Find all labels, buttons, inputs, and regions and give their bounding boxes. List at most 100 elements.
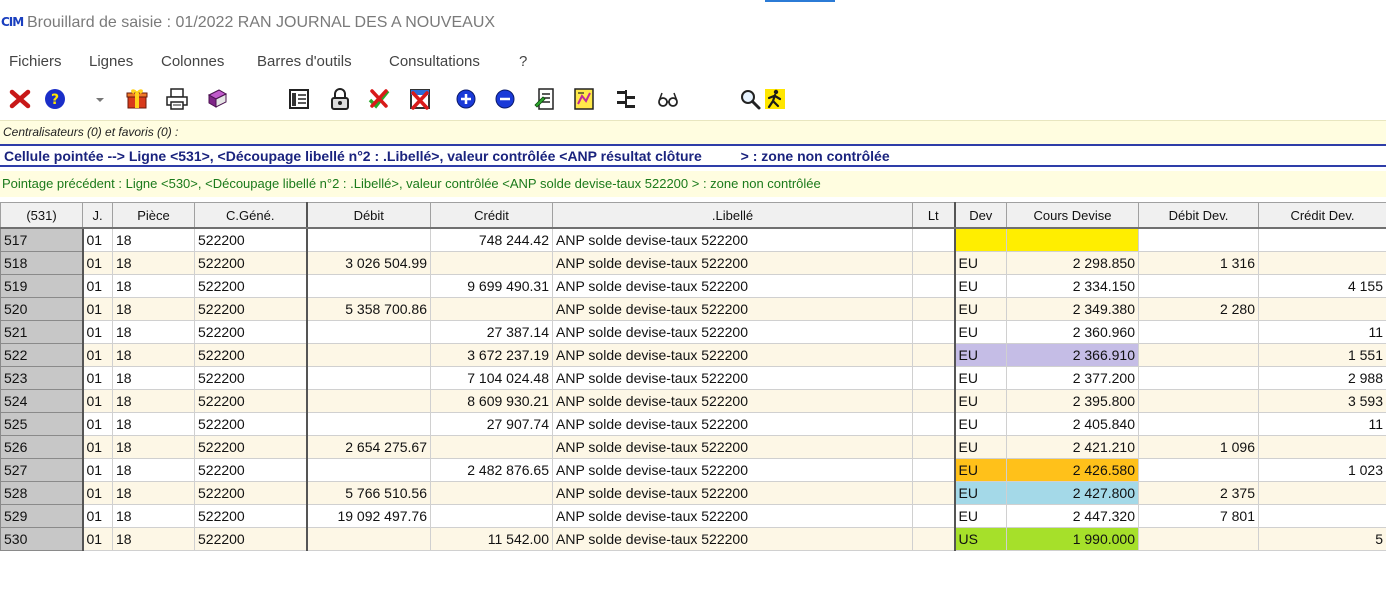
- debit-dev-cell[interactable]: 7 801: [1138, 504, 1259, 528]
- cours-devise-cell[interactable]: 2 405.840: [1006, 412, 1139, 436]
- lt-cell[interactable]: [912, 297, 955, 321]
- row-header-cell[interactable]: 525: [0, 412, 84, 436]
- debit-cell[interactable]: [305, 458, 431, 482]
- libelle-cell[interactable]: ANP solde devise-taux 522200: [552, 458, 913, 482]
- piece-cell[interactable]: 18: [112, 274, 195, 298]
- journal-cell[interactable]: 01: [82, 458, 113, 482]
- credit-cell[interactable]: 7 104 024.48: [430, 366, 553, 390]
- lt-cell[interactable]: [912, 504, 955, 528]
- credit-dev-cell[interactable]: [1258, 251, 1386, 275]
- run-icon[interactable]: [763, 87, 787, 111]
- compte-cell[interactable]: 522200: [194, 481, 307, 505]
- credit-cell[interactable]: [430, 251, 553, 275]
- row-header-cell[interactable]: 520: [0, 297, 84, 321]
- devise-cell[interactable]: EU: [953, 435, 1007, 459]
- libelle-cell[interactable]: ANP solde devise-taux 522200: [552, 389, 913, 413]
- libelle-cell[interactable]: ANP solde devise-taux 522200: [552, 320, 913, 344]
- piece-cell[interactable]: 18: [112, 343, 195, 367]
- remove-circle-icon[interactable]: [493, 87, 517, 111]
- col-header-line[interactable]: (531): [0, 202, 83, 229]
- col-header-lt[interactable]: Lt: [912, 202, 955, 229]
- cours-devise-cell[interactable]: 2 447.320: [1006, 504, 1139, 528]
- devise-cell[interactable]: [953, 227, 1007, 252]
- devise-cell[interactable]: EU: [953, 504, 1007, 528]
- table-row[interactable]: 523 01 18 522200 7 104 024.48 ANP solde devis…: [0, 366, 1386, 390]
- debit-dev-cell[interactable]: [1138, 227, 1259, 252]
- piece-cell[interactable]: 18: [112, 389, 195, 413]
- table-row[interactable]: 518 01 18 522200 3 026 504.99 ANP solde devis…: [0, 251, 1386, 275]
- delete-box-icon[interactable]: [408, 87, 432, 111]
- cours-devise-cell[interactable]: 2 360.960: [1006, 320, 1139, 344]
- lt-cell[interactable]: [912, 274, 955, 298]
- debit-cell[interactable]: [305, 274, 431, 298]
- table-row[interactable]: 525 01 18 522200 27 907.74 ANP solde devise-t…: [0, 412, 1386, 436]
- piece-cell[interactable]: 18: [112, 320, 195, 344]
- col-header-debit[interactable]: Débit: [305, 202, 431, 229]
- lt-cell[interactable]: [912, 389, 955, 413]
- table-icon[interactable]: [287, 87, 311, 111]
- compte-cell[interactable]: 522200: [194, 389, 307, 413]
- lt-cell[interactable]: [912, 366, 955, 390]
- menu-fichiers[interactable]: Fichiers: [9, 53, 62, 70]
- menu-barres-outils[interactable]: Barres d'outils: [257, 53, 352, 70]
- menu-colonnes[interactable]: Colonnes: [161, 53, 224, 70]
- compte-cell[interactable]: 522200: [194, 274, 307, 298]
- cours-devise-cell[interactable]: [1006, 227, 1139, 252]
- printer-icon[interactable]: [165, 87, 189, 111]
- lt-cell[interactable]: [912, 458, 955, 482]
- journal-cell[interactable]: 01: [82, 527, 113, 551]
- debit-cell[interactable]: [305, 366, 431, 390]
- devise-cell[interactable]: EU: [953, 251, 1007, 275]
- compte-cell[interactable]: 522200: [194, 412, 307, 436]
- debit-cell[interactable]: 3 026 504.99: [305, 251, 431, 275]
- lt-cell[interactable]: [912, 227, 955, 252]
- devise-cell[interactable]: EU: [953, 297, 1007, 321]
- piece-cell[interactable]: 18: [112, 251, 195, 275]
- col-header-credit-dev[interactable]: Crédit Dev.: [1258, 202, 1386, 229]
- journal-cell[interactable]: 01: [82, 227, 113, 252]
- debit-dev-cell[interactable]: [1138, 366, 1259, 390]
- table-row[interactable]: 529 01 18 522200 19 092 497.76 ANP solde devi…: [0, 504, 1386, 528]
- libelle-cell[interactable]: ANP solde devise-taux 522200: [552, 251, 913, 275]
- compte-cell[interactable]: 522200: [194, 527, 307, 551]
- credit-dev-cell[interactable]: 11: [1258, 412, 1386, 436]
- credit-dev-cell[interactable]: 5: [1258, 527, 1386, 551]
- debit-dev-cell[interactable]: [1138, 389, 1259, 413]
- credit-dev-cell[interactable]: [1258, 481, 1386, 505]
- journal-cell[interactable]: 01: [82, 251, 113, 275]
- piece-cell[interactable]: 18: [112, 435, 195, 459]
- compte-cell[interactable]: 522200: [194, 435, 307, 459]
- credit-cell[interactable]: 27 907.74: [430, 412, 553, 436]
- table-row[interactable]: 524 01 18 522200 8 609 930.21 ANP solde devis…: [0, 389, 1386, 413]
- menu-consultations[interactable]: Consultations: [389, 53, 480, 70]
- dropdown-arrow-icon[interactable]: [88, 87, 112, 111]
- help-icon[interactable]: ?: [43, 87, 67, 111]
- cours-devise-cell[interactable]: 2 349.380: [1006, 297, 1139, 321]
- credit-dev-cell[interactable]: [1258, 435, 1386, 459]
- table-row[interactable]: 521 01 18 522200 27 387.14 ANP solde devise-t…: [0, 320, 1386, 344]
- glasses-icon[interactable]: [656, 87, 680, 111]
- row-header-cell[interactable]: 523: [0, 366, 84, 390]
- libelle-cell[interactable]: ANP solde devise-taux 522200: [552, 412, 913, 436]
- libelle-cell[interactable]: ANP solde devise-taux 522200: [552, 227, 913, 252]
- row-header-cell[interactable]: 522: [0, 343, 84, 367]
- table-row[interactable]: 520 01 18 522200 5 358 700.86 ANP solde devis…: [0, 297, 1386, 321]
- debit-cell[interactable]: 5 358 700.86: [305, 297, 431, 321]
- devise-cell[interactable]: EU: [953, 458, 1007, 482]
- add-circle-icon[interactable]: [454, 87, 478, 111]
- credit-dev-cell[interactable]: [1258, 297, 1386, 321]
- credit-cell[interactable]: 11 542.00: [430, 527, 553, 551]
- debit-dev-cell[interactable]: [1138, 412, 1259, 436]
- credit-cell[interactable]: 3 672 237.19: [430, 343, 553, 367]
- lt-cell[interactable]: [912, 343, 955, 367]
- col-header-debit-dev[interactable]: Débit Dev.: [1138, 202, 1259, 229]
- cours-devise-cell[interactable]: 2 298.850: [1006, 251, 1139, 275]
- debit-cell[interactable]: [305, 527, 431, 551]
- compte-cell[interactable]: 522200: [194, 297, 307, 321]
- piece-cell[interactable]: 18: [112, 366, 195, 390]
- libelle-cell[interactable]: ANP solde devise-taux 522200: [552, 343, 913, 367]
- debit-dev-cell[interactable]: [1138, 527, 1259, 551]
- compte-cell[interactable]: 522200: [194, 320, 307, 344]
- cours-devise-cell[interactable]: 2 421.210: [1006, 435, 1139, 459]
- debit-dev-cell[interactable]: [1138, 343, 1259, 367]
